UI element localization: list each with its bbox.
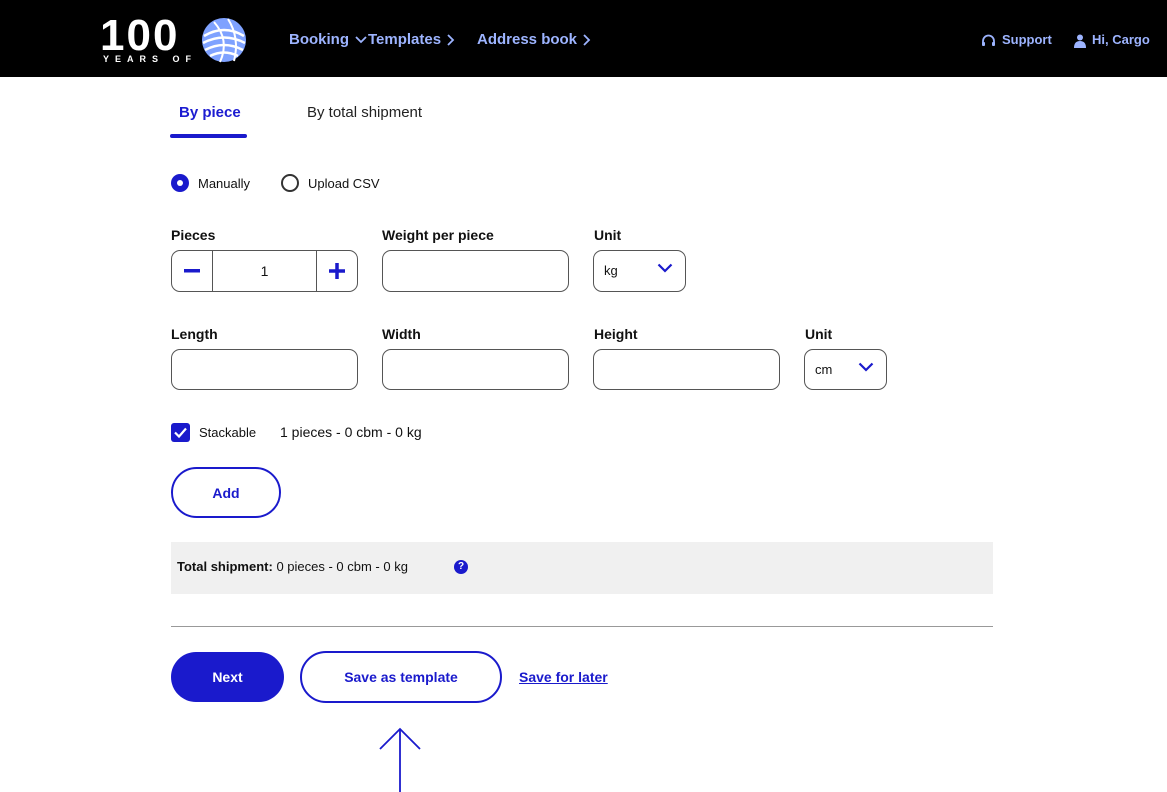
dimension-unit-select[interactable]: cm [804,349,887,390]
radio-upload-csv[interactable]: Upload CSV [281,174,380,192]
logo-number: 100 [100,11,180,60]
weight-unit-select[interactable]: kg [593,250,686,292]
nav-address-book-label: Address book [477,31,578,48]
minus-icon [184,269,200,273]
brand-logo[interactable]: 100 YEARS OF [100,11,260,66]
height-label: Height [594,326,638,342]
chevron-right-icon [583,34,591,46]
radio-unselected-icon [281,174,299,192]
save-as-template-button[interactable]: Save as template [300,651,502,703]
piece-summary: 1 pieces - 0 cbm - 0 kg [280,424,422,440]
radio-selected-icon [171,174,189,192]
user-menu[interactable]: Hi, Cargo [1074,32,1150,48]
nav-templates-label: Templates [368,31,442,48]
support-label: Support [1002,32,1052,47]
radio-manually-label: Manually [198,175,251,191]
weight-unit-label: Unit [594,227,622,243]
chevron-down-icon [657,263,673,273]
pieces-label: Pieces [171,227,216,243]
help-icon[interactable]: ? [454,560,468,574]
width-label: Width [382,326,421,342]
total-shipment-value: 0 pieces - 0 cbm - 0 kg [276,559,408,574]
length-input[interactable] [171,349,358,390]
nav-address-book[interactable]: Address book [477,31,591,48]
support-link[interactable]: Support [981,32,1052,48]
section-divider [171,626,993,627]
annotation-arrow-icon [379,727,421,792]
width-input[interactable] [382,349,569,390]
chevron-right-icon [447,34,455,46]
radio-upload-csv-label: Upload CSV [308,175,380,191]
next-button[interactable]: Next [171,652,284,702]
user-greeting: Hi, Cargo [1092,32,1150,47]
weight-unit-value: kg [604,263,618,278]
weight-per-piece-input[interactable] [382,250,569,292]
add-button[interactable]: Add [171,467,281,518]
height-input[interactable] [593,349,780,390]
total-shipment-label: Total shipment: [177,559,273,574]
top-navigation-bar: 100 YEARS OF Booking Templates Address b… [0,0,1167,77]
tab-by-piece[interactable]: By piece [179,104,241,121]
user-icon [1074,34,1086,48]
nav-booking[interactable]: Booking [289,31,367,48]
checkmark-icon [174,427,187,439]
stackable-label: Stackable [199,425,257,440]
logo-subtext: YEARS OF [103,54,198,64]
nav-templates[interactable]: Templates [368,31,455,48]
chevron-down-icon [355,36,367,44]
dimension-unit-value: cm [815,362,833,377]
nav-booking-label: Booking [289,31,349,48]
plus-icon [329,263,345,279]
pieces-stepper: 1 [171,250,358,292]
save-for-later-link[interactable]: Save for later [519,669,608,685]
headset-icon [982,34,995,46]
dimension-unit-label: Unit [805,326,833,342]
length-label: Length [171,326,218,342]
stackable-checkbox[interactable] [171,423,190,442]
total-shipment-panel: Total shipment: 0 pieces - 0 cbm - 0 kg … [171,542,993,594]
decrement-button[interactable] [172,251,213,291]
pieces-value[interactable]: 1 [212,251,317,291]
chevron-down-icon [858,362,874,372]
globe-icon [202,18,246,63]
total-shipment-text: Total shipment: 0 pieces - 0 cbm - 0 kg [177,559,408,574]
active-tab-indicator [170,134,247,138]
weight-per-piece-label: Weight per piece [382,227,494,243]
increment-button[interactable] [316,251,357,291]
tab-by-total-shipment[interactable]: By total shipment [307,104,422,121]
radio-manually[interactable]: Manually [171,174,250,192]
